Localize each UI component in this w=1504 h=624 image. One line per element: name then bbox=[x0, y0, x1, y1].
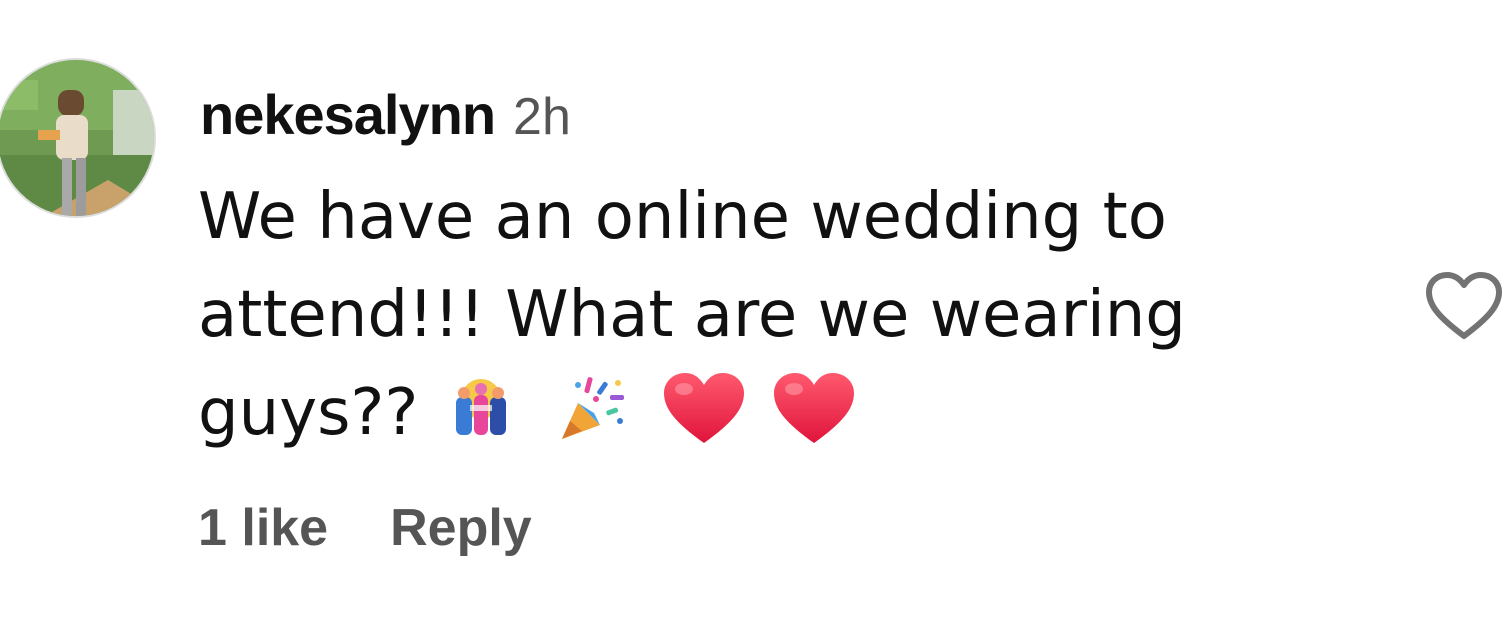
comment-text-segment: guys?? bbox=[198, 376, 419, 450]
comment-text: We have an online wedding to attend!!! W… bbox=[198, 168, 1378, 462]
username[interactable]: nekesalynn bbox=[200, 82, 496, 147]
comment-text-line-with-emojis: guys?? bbox=[198, 364, 1378, 462]
reply-button[interactable]: Reply bbox=[390, 498, 532, 558]
heart-outline-icon bbox=[1426, 272, 1502, 339]
avatar[interactable] bbox=[0, 58, 156, 218]
like-button[interactable] bbox=[1424, 270, 1504, 342]
timestamp: 2h bbox=[513, 88, 571, 146]
red-heart-emoji bbox=[772, 371, 856, 445]
like-count[interactable]: 1 like bbox=[198, 498, 328, 558]
comment-actions: 1 like Reply bbox=[198, 498, 532, 558]
comment-text-line: attend!!! What are we wearing bbox=[198, 278, 1186, 352]
comment-text-line: We have an online wedding to bbox=[198, 180, 1167, 254]
comment: nekesalynn 2h We have an online wedding … bbox=[0, 0, 1504, 624]
avatar-image bbox=[0, 60, 154, 216]
party-popper-emoji bbox=[556, 373, 628, 443]
comment-header: nekesalynn 2h bbox=[200, 82, 571, 152]
dancers-emoji bbox=[446, 375, 516, 441]
red-heart-emoji bbox=[662, 371, 746, 445]
